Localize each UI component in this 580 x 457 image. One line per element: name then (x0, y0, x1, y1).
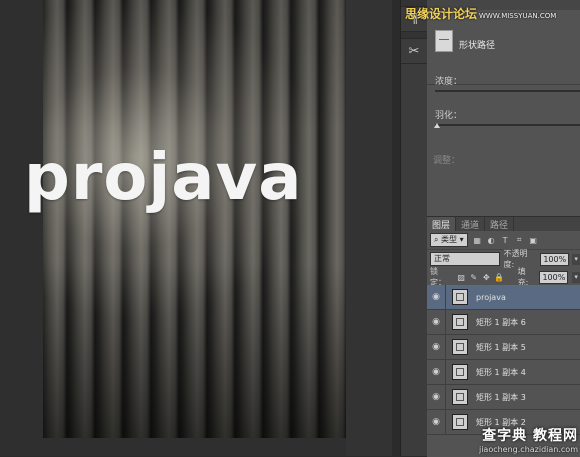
chevron-down-icon: ▾ (459, 235, 464, 244)
lock-image-icon[interactable]: ✎ (469, 273, 478, 282)
scissors-icon[interactable]: ✂ (401, 39, 427, 64)
layers-tab-bar: 图层 通道 路径 (427, 217, 580, 231)
document-canvas[interactable] (43, 0, 346, 438)
layer-name: projava (476, 292, 506, 302)
canvas-pasteboard-left (0, 0, 43, 456)
layer-name: 矩形 1 副本 3 (476, 392, 526, 402)
search-icon: ⌕ (434, 235, 439, 244)
watermark-bottom: 查字典 教程网 jiaocheng.chazidian.com (479, 425, 578, 454)
layer-row[interactable]: ◉ 矩形 1 副本 4 (427, 360, 580, 385)
layers-panel: 图层 通道 路径 ⌕ 类型 ▾ ▦ ◐ T ⌗ ▣ 正常 不透明度: 100% … (427, 216, 580, 457)
opacity-input[interactable]: 100% (540, 252, 570, 266)
visibility-eye-icon[interactable]: ◉ (427, 392, 445, 402)
visibility-eye-icon[interactable]: ◉ (427, 317, 445, 327)
lock-all-icon[interactable]: 🔒 (494, 273, 504, 282)
fill-dropdown-icon[interactable]: ▾ (572, 271, 580, 283)
type-filter-icon[interactable]: T (501, 236, 510, 245)
canvas-area[interactable]: projava (0, 0, 392, 456)
density-slider[interactable] (435, 90, 580, 92)
lock-transparent-icon[interactable]: ▨ (457, 273, 466, 282)
shape-path-thumbnail[interactable] (435, 30, 453, 52)
lock-position-icon[interactable]: ✥ (482, 273, 491, 282)
layer-row[interactable]: ◉ projava (427, 285, 580, 310)
tool-strip-gap (401, 32, 427, 39)
visibility-separator (445, 310, 446, 334)
watermark-url: WWW.MISSYUAN.COM (479, 12, 557, 20)
blend-mode-value: 正常 (434, 254, 450, 263)
feather-slider-knob[interactable] (434, 123, 440, 128)
layer-thumbnail (452, 289, 468, 305)
blend-mode-dropdown[interactable]: 正常 (430, 252, 501, 266)
layer-thumbnail (452, 339, 468, 355)
panel-tool-strip: ¶ ✂ (400, 0, 428, 456)
visibility-eye-icon[interactable]: ◉ (427, 417, 445, 427)
visibility-separator (445, 385, 446, 409)
visibility-eye-icon[interactable]: ◉ (427, 342, 445, 352)
visibility-eye-icon[interactable]: ◉ (427, 367, 445, 377)
layer-name: 矩形 1 副本 4 (476, 367, 526, 377)
density-label: 浓度： (435, 77, 463, 87)
shape-filter-icon[interactable]: ⌗ (515, 235, 524, 245)
filter-type-value: 类型 (441, 235, 458, 244)
layer-row[interactable]: ◉ 矩形 1 副本 3 (427, 385, 580, 410)
layer-list: ◉ projava ◉ 矩形 1 副本 6 ◉ 矩形 1 副本 5 ◉ 矩形 1… (427, 285, 580, 435)
visibility-separator (445, 360, 446, 384)
shape-path-label: 形状路径 (459, 41, 496, 51)
watermark-main: 查字典 教程网 (482, 428, 578, 444)
artwork-text: projava (24, 141, 303, 215)
smart-object-filter-icon[interactable]: ▣ (529, 236, 538, 245)
layer-thumbnail (452, 364, 468, 380)
canvas-pasteboard-right (346, 0, 392, 456)
layer-row[interactable]: ◉ 矩形 1 副本 6 (427, 310, 580, 335)
watermark-top: 思缘设计论坛 WWW.MISSYUAN.COM (405, 5, 556, 22)
right-panel: 思缘设计论坛 WWW.MISSYUAN.COM 形状路径 浓度： 羽化： 调整： … (405, 0, 580, 457)
properties-panel: 形状路径 浓度： 羽化： 调整： (427, 10, 580, 212)
filter-type-dropdown[interactable]: ⌕ 类型 ▾ (430, 233, 468, 247)
feather-label: 羽化： (435, 111, 463, 121)
layer-thumbnail (452, 314, 468, 330)
visibility-separator (445, 285, 446, 309)
layer-row[interactable]: ◉ 矩形 1 副本 5 (427, 335, 580, 360)
adjust-label: 调整： (433, 156, 461, 166)
opacity-dropdown-icon[interactable]: ▾ (572, 253, 580, 265)
tab-paths[interactable]: 路径 (485, 217, 515, 231)
tab-layers[interactable]: 图层 (427, 217, 457, 231)
fill-input[interactable]: 100% (539, 270, 569, 284)
layer-thumbnail (452, 389, 468, 405)
adjustment-filter-icon[interactable]: ◐ (487, 236, 496, 245)
visibility-separator (445, 335, 446, 359)
feather-slider[interactable] (435, 124, 580, 126)
watermark-sub: jiaocheng.chazidian.com (478, 445, 578, 454)
layer-thumbnail (452, 414, 468, 430)
layer-name: 矩形 1 副本 6 (476, 317, 526, 327)
tab-channels[interactable]: 通道 (456, 217, 486, 231)
watermark-brand: 思缘设计论坛 (405, 7, 478, 21)
visibility-eye-icon[interactable]: ◉ (427, 292, 445, 302)
pixel-filter-icon[interactable]: ▦ (473, 236, 482, 245)
visibility-separator (445, 410, 446, 434)
layer-name: 矩形 1 副本 5 (476, 342, 526, 352)
